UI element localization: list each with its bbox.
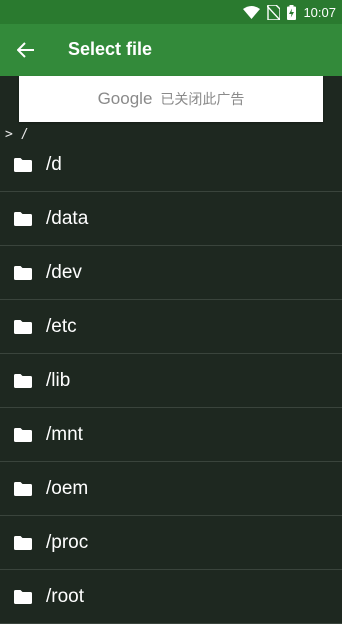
folder-icon [14, 373, 32, 388]
back-button[interactable] [12, 36, 40, 64]
page-title: Select file [68, 39, 153, 59]
app-bar: Select file [0, 24, 342, 76]
file-name: /d [46, 153, 62, 175]
no-sim-icon [267, 4, 281, 20]
list-item[interactable]: /lib [0, 354, 342, 408]
ad-brand: Google [97, 89, 153, 108]
file-name: /data [46, 207, 89, 229]
list-item[interactable]: /root [0, 570, 342, 624]
file-name: /dev [46, 261, 82, 283]
wifi-icon [243, 5, 261, 19]
status-time: 10:07 [303, 4, 336, 20]
file-name: /mnt [46, 423, 83, 445]
folder-icon [14, 157, 32, 172]
folder-icon [14, 481, 32, 496]
status-bar: 10:07 [0, 0, 342, 24]
folder-icon [14, 427, 32, 442]
file-name: /etc [46, 315, 77, 337]
list-item[interactable]: /mnt [0, 408, 342, 462]
list-item[interactable]: /dev [0, 246, 342, 300]
folder-icon [14, 535, 32, 550]
ad-closed-text: 已关闭此广告 [160, 92, 245, 108]
status-icons: 10:07 [243, 3, 336, 21]
folder-icon [14, 211, 32, 226]
folder-icon [14, 319, 32, 334]
ad-banner[interactable]: Google 已关闭此广告 [19, 76, 323, 122]
file-name: /lib [46, 369, 71, 391]
file-list: /d /data /dev /etc /lib /mnt /oem /proc … [0, 138, 342, 624]
arrow-back-icon [17, 42, 34, 58]
list-item[interactable]: /proc [0, 516, 342, 570]
file-name: /oem [46, 477, 89, 499]
list-item[interactable]: /etc [0, 300, 342, 354]
list-item[interactable]: /oem [0, 462, 342, 516]
folder-icon [14, 265, 32, 280]
file-name: /root [46, 585, 85, 607]
list-item[interactable]: /data [0, 192, 342, 246]
folder-icon [14, 589, 32, 604]
file-name: /proc [46, 531, 89, 553]
list-item[interactable]: /d [0, 138, 342, 192]
battery-charging-icon [287, 4, 297, 20]
